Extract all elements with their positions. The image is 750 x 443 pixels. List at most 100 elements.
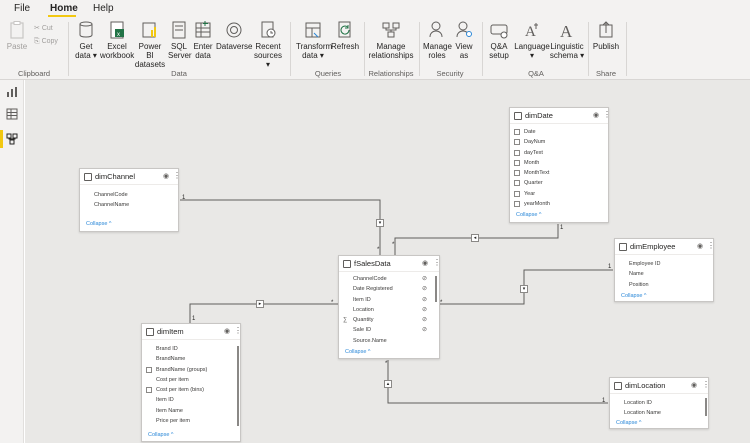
field-name: Cost per item — [156, 376, 189, 383]
table-icon — [343, 260, 351, 268]
field-row[interactable]: Brand ID — [142, 344, 240, 354]
field-row[interactable]: Item Name — [142, 406, 240, 416]
field-row[interactable]: Date — [510, 127, 608, 137]
field-name: MonthText — [524, 170, 550, 177]
table-card-header: dimLocation ◉ ⋮ — [610, 378, 710, 394]
eye-icon[interactable]: ◉ — [422, 259, 428, 267]
field-icon — [514, 180, 520, 187]
field-name: Quarter — [524, 180, 543, 187]
hidden-eye-icon[interactable]: ⊘ — [422, 274, 427, 284]
field-row[interactable]: Price per item — [142, 416, 240, 426]
groups-icon — [146, 366, 152, 373]
field-row[interactable]: Month — [510, 158, 608, 168]
collapse-link[interactable]: Collapse ^ — [516, 212, 542, 218]
table-title: dimLocation — [625, 381, 666, 390]
collapse-link[interactable]: Collapse ^ — [621, 293, 647, 299]
field-list: Employee ID Name Position — [615, 255, 713, 290]
field-row[interactable]: Employee ID — [615, 259, 713, 269]
field-row[interactable]: Cost per item (bins) — [142, 385, 240, 395]
hidden-eye-icon[interactable]: ⊘ — [422, 315, 427, 325]
eye-icon[interactable]: ◉ — [691, 381, 697, 389]
table-icon — [514, 112, 522, 120]
cardinality-one: 1 — [608, 264, 612, 270]
field-row[interactable]: Item ID — [142, 395, 240, 405]
hidden-eye-icon[interactable]: ⊘ — [422, 325, 427, 335]
field-name: Cost per item (bins) — [156, 387, 204, 394]
field-name: ChannelCode — [353, 276, 387, 282]
bins-icon — [146, 387, 152, 394]
eye-icon[interactable]: ◉ — [697, 242, 703, 250]
field-row[interactable]: dayText — [510, 148, 608, 158]
more-options-icon[interactable]: ⋮ — [433, 258, 441, 267]
field-icon — [514, 149, 520, 156]
field-row[interactable]: BrandName — [142, 354, 240, 364]
sum-icon: ∑ — [343, 317, 348, 324]
table-card-fsalesdata[interactable]: fSalesData ◉ ⋮ ChannelCode ⊘ Date Registe… — [338, 255, 441, 359]
table-icon — [614, 382, 622, 390]
table-card-dimemployee[interactable]: dimEmployee ◉ ⋮ Employee ID Name Positio… — [614, 238, 715, 302]
field-row[interactable]: Name — [615, 269, 713, 279]
table-card-dimchannel[interactable]: dimChannel ◉ ⋮ ChannelCode ChannelName C… — [79, 168, 181, 232]
hidden-eye-icon[interactable]: ⊘ — [422, 305, 427, 315]
scrollbar[interactable] — [237, 346, 239, 426]
field-row[interactable]: yearMonth — [510, 199, 608, 209]
filter-direction-icon: ◂ — [471, 234, 479, 242]
field-name: yearMonth — [524, 201, 550, 208]
field-row[interactable]: Position — [615, 280, 713, 290]
eye-icon[interactable]: ◉ — [593, 111, 599, 119]
more-options-icon[interactable]: ⋮ — [707, 241, 715, 250]
field-row[interactable]: Source.Name — [339, 336, 439, 346]
filter-direction-icon: ▾ — [376, 219, 384, 227]
table-card-dimdate[interactable]: dimDate ◉ ⋮ Date DayNum dayText Month Mo… — [509, 107, 611, 223]
field-row[interactable]: Year — [510, 189, 608, 199]
table-card-header: fSalesData ◉ ⋮ — [339, 256, 441, 272]
hidden-eye-icon[interactable]: ⊘ — [422, 295, 427, 305]
field-row[interactable]: Location ⊘ — [339, 305, 439, 315]
more-options-icon[interactable]: ⋮ — [173, 171, 181, 180]
field-row[interactable]: Item ID ⊘ — [339, 295, 439, 305]
eye-icon[interactable]: ◉ — [224, 327, 230, 335]
field-list: ChannelCode ⊘ Date Registered ⊘ Item ID ⊘ L… — [339, 272, 439, 346]
field-row[interactable]: Location Name — [610, 408, 708, 418]
field-row[interactable]: Location ID — [610, 398, 708, 408]
field-name: Quantity — [353, 317, 374, 324]
scrollbar[interactable] — [705, 398, 707, 416]
field-name: BrandName (groups) — [156, 366, 208, 373]
field-row[interactable]: BrandName (groups) — [142, 365, 240, 375]
field-row[interactable]: MonthText — [510, 168, 608, 178]
more-options-icon[interactable]: ⋮ — [234, 326, 242, 335]
field-list: Brand ID BrandName BrandName (groups) Co… — [142, 340, 240, 426]
field-name: Location — [353, 306, 374, 313]
more-options-icon[interactable]: ⋮ — [603, 110, 611, 119]
field-name: dayText — [524, 149, 543, 156]
field-row[interactable]: ChannelName — [80, 200, 178, 210]
more-options-icon[interactable]: ⋮ — [702, 380, 710, 389]
field-name: Item ID — [353, 296, 371, 303]
table-card-dimlocation[interactable]: dimLocation ◉ ⋮ Location ID Location Nam… — [609, 377, 710, 429]
collapse-link[interactable]: Collapse ^ — [616, 420, 642, 426]
table-title: dimDate — [525, 111, 553, 120]
field-list: Location ID Location Name — [610, 394, 708, 419]
cardinality-one: 1 — [602, 398, 606, 404]
field-name: Source.Name — [353, 337, 387, 344]
collapse-link[interactable]: Collapse ^ — [148, 432, 174, 438]
hidden-eye-icon[interactable]: ⊘ — [422, 284, 427, 294]
collapse-link[interactable]: Collapse ^ — [345, 349, 371, 355]
field-name: Position — [629, 281, 649, 288]
field-row[interactable]: ChannelCode ⊘ — [339, 274, 439, 284]
table-card-dimitem[interactable]: dimItem ◉ ⋮ Brand ID BrandName BrandName… — [141, 323, 242, 442]
eye-icon[interactable]: ◉ — [163, 172, 169, 180]
field-row[interactable]: ∑ Quantity ⊘ — [339, 315, 439, 325]
field-row[interactable]: Date Registered ⊘ — [339, 284, 439, 294]
field-row[interactable]: Cost per item — [142, 375, 240, 385]
field-row[interactable]: Sale ID ⊘ — [339, 325, 439, 335]
collapse-link[interactable]: Collapse ^ — [86, 221, 112, 227]
table-title: dimItem — [157, 327, 184, 336]
table-card-header: dimDate ◉ ⋮ — [510, 108, 611, 124]
field-row[interactable]: ChannelCode — [80, 190, 178, 200]
table-card-header: dimChannel ◉ ⋮ — [80, 169, 181, 185]
field-name: Location Name — [624, 410, 661, 417]
scrollbar[interactable] — [435, 276, 437, 302]
field-row[interactable]: Quarter — [510, 178, 608, 188]
field-row[interactable]: DayNum — [510, 137, 608, 147]
